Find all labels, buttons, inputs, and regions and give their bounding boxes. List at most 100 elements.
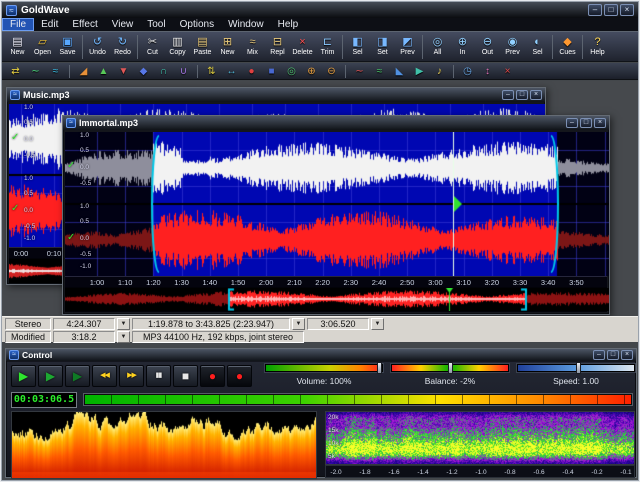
- zoom-in-button[interactable]: ⊕In: [450, 33, 475, 60]
- effect-icon-4[interactable]: ◢: [74, 64, 93, 79]
- fast-forward-button[interactable]: ▶▶: [119, 365, 144, 387]
- record-new-button[interactable]: ●: [227, 365, 252, 387]
- time-ruler-immortal[interactable]: 1:001:101:201:301:401:502:002:102:202:30…: [65, 276, 607, 287]
- status-selection-menu[interactable]: ▼: [292, 318, 305, 330]
- mix-button[interactable]: ≈Mix: [240, 33, 265, 60]
- play-button[interactable]: ▶: [11, 365, 36, 387]
- right-channel-check-icon[interactable]: ✓: [11, 203, 19, 214]
- rewind-button[interactable]: ◀◀: [92, 365, 117, 387]
- minimize-button[interactable]: –: [566, 118, 578, 128]
- document-window-immortal[interactable]: ≈ Immortal.mp3 –□× 1.00.50.0-0.51.00.50.…: [62, 115, 610, 315]
- maximize-button[interactable]: □: [604, 4, 618, 16]
- effect-icon-17[interactable]: ∼: [350, 64, 369, 79]
- balance-slider-thumb[interactable]: [448, 362, 453, 374]
- effect-icon-20[interactable]: ▶: [410, 64, 429, 79]
- maximize-button[interactable]: □: [607, 350, 619, 360]
- status-marker-menu[interactable]: ▼: [117, 331, 130, 343]
- menu-help[interactable]: Help: [271, 18, 306, 31]
- effect-icon-19[interactable]: ◣: [390, 64, 409, 79]
- menu-tool[interactable]: Tool: [140, 18, 172, 31]
- set-button[interactable]: ◨Set: [370, 33, 395, 60]
- effect-icon-3[interactable]: ≈: [46, 64, 65, 79]
- menu-edit[interactable]: Edit: [34, 18, 65, 31]
- effect-icon-24[interactable]: ×: [498, 64, 517, 79]
- effect-icon-5[interactable]: ▲: [94, 64, 113, 79]
- delete-button[interactable]: ×Delete: [290, 33, 315, 60]
- effect-icon-10[interactable]: ⇅: [202, 64, 221, 79]
- open-button[interactable]: ▱Open: [30, 33, 55, 60]
- maximize-button[interactable]: □: [516, 90, 528, 100]
- zoom-out-button[interactable]: ⊖Out: [475, 33, 500, 60]
- close-button[interactable]: ×: [620, 4, 634, 16]
- effect-icon-22[interactable]: ◷: [458, 64, 477, 79]
- paste-new-button[interactable]: ⊞New: [215, 33, 240, 60]
- trim-button[interactable]: ⊏Trim: [315, 33, 340, 60]
- status-length-menu[interactable]: ▼: [117, 318, 130, 330]
- effect-icon-16[interactable]: ⊖: [322, 64, 341, 79]
- left-channel-check-icon[interactable]: ✓: [11, 132, 19, 143]
- effect-icon-9[interactable]: ∪: [174, 64, 193, 79]
- effect-icon-6[interactable]: ▼: [114, 64, 133, 79]
- close-button[interactable]: ×: [530, 90, 542, 100]
- effect-icon-23[interactable]: ↕: [478, 64, 497, 79]
- waveform-view-immortal[interactable]: [65, 132, 609, 276]
- maximize-button[interactable]: □: [580, 118, 592, 128]
- right-channel-check-icon[interactable]: ✓: [67, 232, 75, 243]
- zoom-all-button[interactable]: ◎All: [425, 33, 450, 60]
- pause-button[interactable]: ▮▮: [146, 365, 171, 387]
- effect-icon-2[interactable]: ∼: [26, 64, 45, 79]
- help-button[interactable]: ?Help: [585, 33, 610, 60]
- new-button[interactable]: ▤New: [5, 33, 30, 60]
- replace-button[interactable]: ⊟Repl: [265, 33, 290, 60]
- close-button[interactable]: ×: [621, 350, 633, 360]
- speed-slider[interactable]: [517, 364, 635, 372]
- save-button[interactable]: ▣Save: [55, 33, 80, 60]
- balance-slider[interactable]: [391, 364, 509, 372]
- cut-button[interactable]: ✂Cut: [140, 33, 165, 60]
- amplitude-label: 0.0: [24, 207, 33, 214]
- effect-icon-12[interactable]: ●: [242, 64, 261, 79]
- undo-button[interactable]: ↺Undo: [85, 33, 110, 60]
- volume-slider-thumb[interactable]: [377, 362, 382, 374]
- speed-slider-thumb[interactable]: [576, 362, 581, 374]
- zoom-prev-button[interactable]: ◉Prev: [500, 33, 525, 60]
- sel-button[interactable]: ◧Sel: [345, 33, 370, 60]
- close-button[interactable]: ×: [594, 118, 606, 128]
- record-button[interactable]: ●: [200, 365, 225, 387]
- status-position-menu[interactable]: ▼: [371, 318, 384, 330]
- effect-icon-8[interactable]: ∩: [154, 64, 173, 79]
- effect-icon-18[interactable]: ≈: [370, 64, 389, 79]
- effect-icon-1[interactable]: ⇄: [6, 64, 25, 79]
- effect-icon-11[interactable]: ↔: [222, 64, 241, 79]
- stop-button[interactable]: ■: [173, 365, 198, 387]
- menu-window[interactable]: Window: [221, 18, 271, 31]
- redo-button[interactable]: ↻Redo: [110, 33, 135, 60]
- paste-button[interactable]: ▤Paste: [190, 33, 215, 60]
- effect-icon-14[interactable]: ◎: [282, 64, 301, 79]
- play-all-button[interactable]: ▶: [38, 365, 63, 387]
- menu-options[interactable]: Options: [173, 18, 221, 31]
- copy-button[interactable]: ▥Copy: [165, 33, 190, 60]
- minimize-button[interactable]: –: [593, 350, 605, 360]
- zoom-sel-button[interactable]: ◐Sel: [525, 33, 550, 60]
- menu-view[interactable]: View: [105, 18, 141, 31]
- control-window[interactable]: ≈ Control –□× ▶▶▶◀◀▶▶▮▮■●● Volume: 100% …: [5, 348, 637, 478]
- document-title-bar-immortal[interactable]: ≈ Immortal.mp3 –□×: [63, 116, 609, 130]
- overview-strip-immortal[interactable]: [65, 288, 609, 311]
- title-bar[interactable]: ≈ GoldWave –□×: [2, 2, 638, 18]
- prev-button[interactable]: ◩Prev: [395, 33, 420, 60]
- minimize-button[interactable]: –: [502, 90, 514, 100]
- effect-icon-21[interactable]: ♪: [430, 64, 449, 79]
- cues-button[interactable]: ◆Cues: [555, 33, 580, 60]
- effect-icon-15[interactable]: ⊕: [302, 64, 321, 79]
- volume-slider[interactable]: [265, 364, 383, 372]
- document-title-bar-music[interactable]: ≈ Music.mp3 –□×: [7, 88, 545, 102]
- control-title-bar[interactable]: ≈ Control –□×: [6, 349, 636, 361]
- menu-effect[interactable]: Effect: [65, 18, 104, 31]
- effect-icon-13[interactable]: ■: [262, 64, 281, 79]
- effect-icon-7[interactable]: ◆: [134, 64, 153, 79]
- menu-file[interactable]: File: [2, 18, 34, 31]
- left-channel-check-icon[interactable]: ✓: [67, 160, 75, 171]
- minimize-button[interactable]: –: [588, 4, 602, 16]
- play-selection-button[interactable]: ▶: [65, 365, 90, 387]
